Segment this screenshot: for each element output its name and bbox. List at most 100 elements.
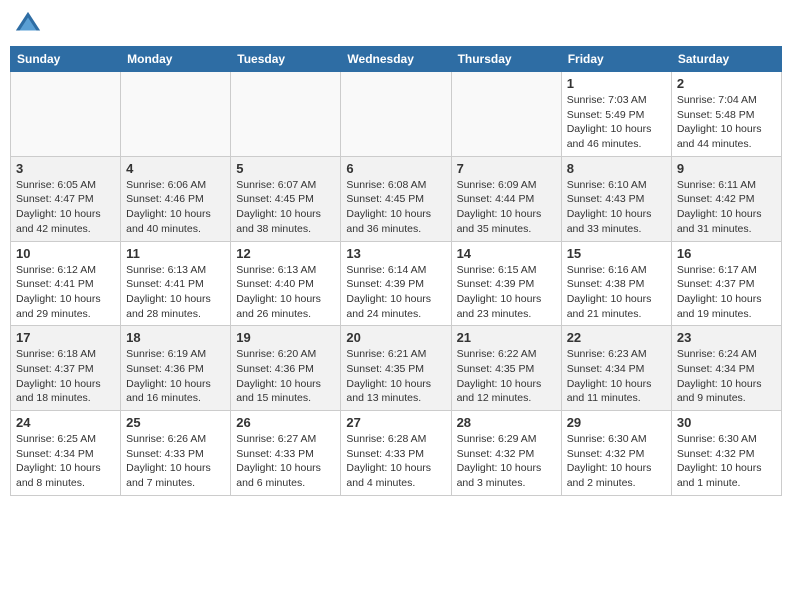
calendar-cell: 25Sunrise: 6:26 AM Sunset: 4:33 PM Dayli…	[121, 411, 231, 496]
calendar-cell: 12 Sunrise: 6:13 AM Sunset: 4:40 PM Dayli…	[231, 241, 341, 326]
calendar-cell: 23 Sunrise: 6:24 AM Sunset: 4:34 PM Dayli…	[671, 326, 781, 411]
calendar-cell: 29 Sunrise: 6:30 AM Sunset: 4:32 PM Dayli…	[561, 411, 671, 496]
calendar-cell: 27 Sunrise: 6:28 AM Sunset: 4:33 PM Dayli…	[341, 411, 451, 496]
day-number: 26	[236, 415, 335, 430]
day-number: 8	[567, 161, 666, 176]
page-header	[10, 10, 782, 38]
day-info: Sunrise: 6:26 AM Sunset: 4:33 PM Dayligh…	[126, 432, 225, 491]
calendar-cell: 20 Sunrise: 6:21 AM Sunset: 4:35 PM Dayli…	[341, 326, 451, 411]
logo-icon	[14, 10, 42, 38]
calendar-week-row: 1 Sunrise: 7:03 AM Sunset: 5:49 PM Daylig…	[11, 72, 782, 157]
day-info: Sunrise: 6:11 AM Sunset: 4:42 PM Dayligh…	[677, 178, 776, 237]
calendar-cell: 26 Sunrise: 6:27 AM Sunset: 4:33 PM Dayli…	[231, 411, 341, 496]
day-info: Sunrise: 6:16 AM Sunset: 4:38 PM Dayligh…	[567, 263, 666, 322]
calendar-cell: 17 Sunrise: 6:18 AM Sunset: 4:37 PM Dayli…	[11, 326, 121, 411]
day-info: Sunrise: 6:13 AM Sunset: 4:41 PM Dayligh…	[126, 263, 225, 322]
calendar-cell: 7 Sunrise: 6:09 AM Sunset: 4:44 PM Daylig…	[451, 156, 561, 241]
calendar-header-row: SundayMondayTuesdayWednesdayThursdayFrid…	[11, 47, 782, 72]
day-info: Sunrise: 6:17 AM Sunset: 4:37 PM Dayligh…	[677, 263, 776, 322]
weekday-header-tuesday: Tuesday	[231, 47, 341, 72]
calendar-week-row: 17 Sunrise: 6:18 AM Sunset: 4:37 PM Dayli…	[11, 326, 782, 411]
calendar-week-row: 24Sunrise: 6:25 AM Sunset: 4:34 PM Dayli…	[11, 411, 782, 496]
day-number: 7	[457, 161, 556, 176]
day-info: Sunrise: 6:15 AM Sunset: 4:39 PM Dayligh…	[457, 263, 556, 322]
calendar-cell: 5 Sunrise: 6:07 AM Sunset: 4:45 PM Daylig…	[231, 156, 341, 241]
day-info: Sunrise: 6:30 AM Sunset: 4:32 PM Dayligh…	[567, 432, 666, 491]
day-info: Sunrise: 6:20 AM Sunset: 4:36 PM Dayligh…	[236, 347, 335, 406]
weekday-header-monday: Monday	[121, 47, 231, 72]
calendar-cell: 18Sunrise: 6:19 AM Sunset: 4:36 PM Dayli…	[121, 326, 231, 411]
day-number: 2	[677, 76, 776, 91]
weekday-header-saturday: Saturday	[671, 47, 781, 72]
calendar-cell: 15 Sunrise: 6:16 AM Sunset: 4:38 PM Dayli…	[561, 241, 671, 326]
day-number: 20	[346, 330, 445, 345]
day-info: Sunrise: 6:12 AM Sunset: 4:41 PM Dayligh…	[16, 263, 115, 322]
day-number: 4	[126, 161, 225, 176]
calendar-cell	[341, 72, 451, 157]
day-number: 28	[457, 415, 556, 430]
calendar-cell: 21Sunrise: 6:22 AM Sunset: 4:35 PM Dayli…	[451, 326, 561, 411]
day-number: 27	[346, 415, 445, 430]
day-number: 14	[457, 246, 556, 261]
day-number: 13	[346, 246, 445, 261]
calendar-cell: 8 Sunrise: 6:10 AM Sunset: 4:43 PM Daylig…	[561, 156, 671, 241]
calendar-cell: 24Sunrise: 6:25 AM Sunset: 4:34 PM Dayli…	[11, 411, 121, 496]
day-info: Sunrise: 6:23 AM Sunset: 4:34 PM Dayligh…	[567, 347, 666, 406]
day-info: Sunrise: 6:14 AM Sunset: 4:39 PM Dayligh…	[346, 263, 445, 322]
calendar-week-row: 10 Sunrise: 6:12 AM Sunset: 4:41 PM Dayli…	[11, 241, 782, 326]
day-info: Sunrise: 6:10 AM Sunset: 4:43 PM Dayligh…	[567, 178, 666, 237]
calendar-cell: 11 Sunrise: 6:13 AM Sunset: 4:41 PM Dayli…	[121, 241, 231, 326]
calendar-cell: 10 Sunrise: 6:12 AM Sunset: 4:41 PM Dayli…	[11, 241, 121, 326]
day-info: Sunrise: 6:30 AM Sunset: 4:32 PM Dayligh…	[677, 432, 776, 491]
day-number: 5	[236, 161, 335, 176]
day-number: 16	[677, 246, 776, 261]
day-info: Sunrise: 6:25 AM Sunset: 4:34 PM Dayligh…	[16, 432, 115, 491]
calendar-cell	[451, 72, 561, 157]
weekday-header-sunday: Sunday	[11, 47, 121, 72]
day-number: 1	[567, 76, 666, 91]
day-info: Sunrise: 6:05 AM Sunset: 4:47 PM Dayligh…	[16, 178, 115, 237]
calendar-cell: 1 Sunrise: 7:03 AM Sunset: 5:49 PM Daylig…	[561, 72, 671, 157]
day-info: Sunrise: 6:07 AM Sunset: 4:45 PM Dayligh…	[236, 178, 335, 237]
day-number: 23	[677, 330, 776, 345]
calendar-cell: 3 Sunrise: 6:05 AM Sunset: 4:47 PM Daylig…	[11, 156, 121, 241]
calendar-cell: 4 Sunrise: 6:06 AM Sunset: 4:46 PM Daylig…	[121, 156, 231, 241]
day-number: 10	[16, 246, 115, 261]
day-info: Sunrise: 6:13 AM Sunset: 4:40 PM Dayligh…	[236, 263, 335, 322]
weekday-header-wednesday: Wednesday	[341, 47, 451, 72]
day-info: Sunrise: 6:09 AM Sunset: 4:44 PM Dayligh…	[457, 178, 556, 237]
calendar-cell	[231, 72, 341, 157]
day-info: Sunrise: 6:06 AM Sunset: 4:46 PM Dayligh…	[126, 178, 225, 237]
calendar-cell: 2Sunrise: 7:04 AM Sunset: 5:48 PM Daylig…	[671, 72, 781, 157]
day-number: 22	[567, 330, 666, 345]
day-number: 9	[677, 161, 776, 176]
calendar-cell: 6Sunrise: 6:08 AM Sunset: 4:45 PM Daylig…	[341, 156, 451, 241]
day-number: 12	[236, 246, 335, 261]
logo	[14, 10, 46, 38]
day-info: Sunrise: 6:24 AM Sunset: 4:34 PM Dayligh…	[677, 347, 776, 406]
calendar-table: SundayMondayTuesdayWednesdayThursdayFrid…	[10, 46, 782, 496]
day-info: Sunrise: 6:18 AM Sunset: 4:37 PM Dayligh…	[16, 347, 115, 406]
day-number: 18	[126, 330, 225, 345]
calendar-cell	[121, 72, 231, 157]
day-number: 3	[16, 161, 115, 176]
day-number: 11	[126, 246, 225, 261]
day-number: 21	[457, 330, 556, 345]
calendar-cell: 28 Sunrise: 6:29 AM Sunset: 4:32 PM Dayli…	[451, 411, 561, 496]
calendar-cell	[11, 72, 121, 157]
day-info: Sunrise: 6:28 AM Sunset: 4:33 PM Dayligh…	[346, 432, 445, 491]
day-info: Sunrise: 7:03 AM Sunset: 5:49 PM Dayligh…	[567, 93, 666, 152]
day-info: Sunrise: 6:27 AM Sunset: 4:33 PM Dayligh…	[236, 432, 335, 491]
day-info: Sunrise: 6:29 AM Sunset: 4:32 PM Dayligh…	[457, 432, 556, 491]
day-number: 17	[16, 330, 115, 345]
day-info: Sunrise: 6:21 AM Sunset: 4:35 PM Dayligh…	[346, 347, 445, 406]
day-number: 15	[567, 246, 666, 261]
calendar-week-row: 3 Sunrise: 6:05 AM Sunset: 4:47 PM Daylig…	[11, 156, 782, 241]
calendar-cell: 16 Sunrise: 6:17 AM Sunset: 4:37 PM Dayli…	[671, 241, 781, 326]
calendar-cell: 22 Sunrise: 6:23 AM Sunset: 4:34 PM Dayli…	[561, 326, 671, 411]
day-number: 6	[346, 161, 445, 176]
calendar-cell: 14 Sunrise: 6:15 AM Sunset: 4:39 PM Dayli…	[451, 241, 561, 326]
day-number: 29	[567, 415, 666, 430]
calendar-cell: 13 Sunrise: 6:14 AM Sunset: 4:39 PM Dayli…	[341, 241, 451, 326]
weekday-header-friday: Friday	[561, 47, 671, 72]
